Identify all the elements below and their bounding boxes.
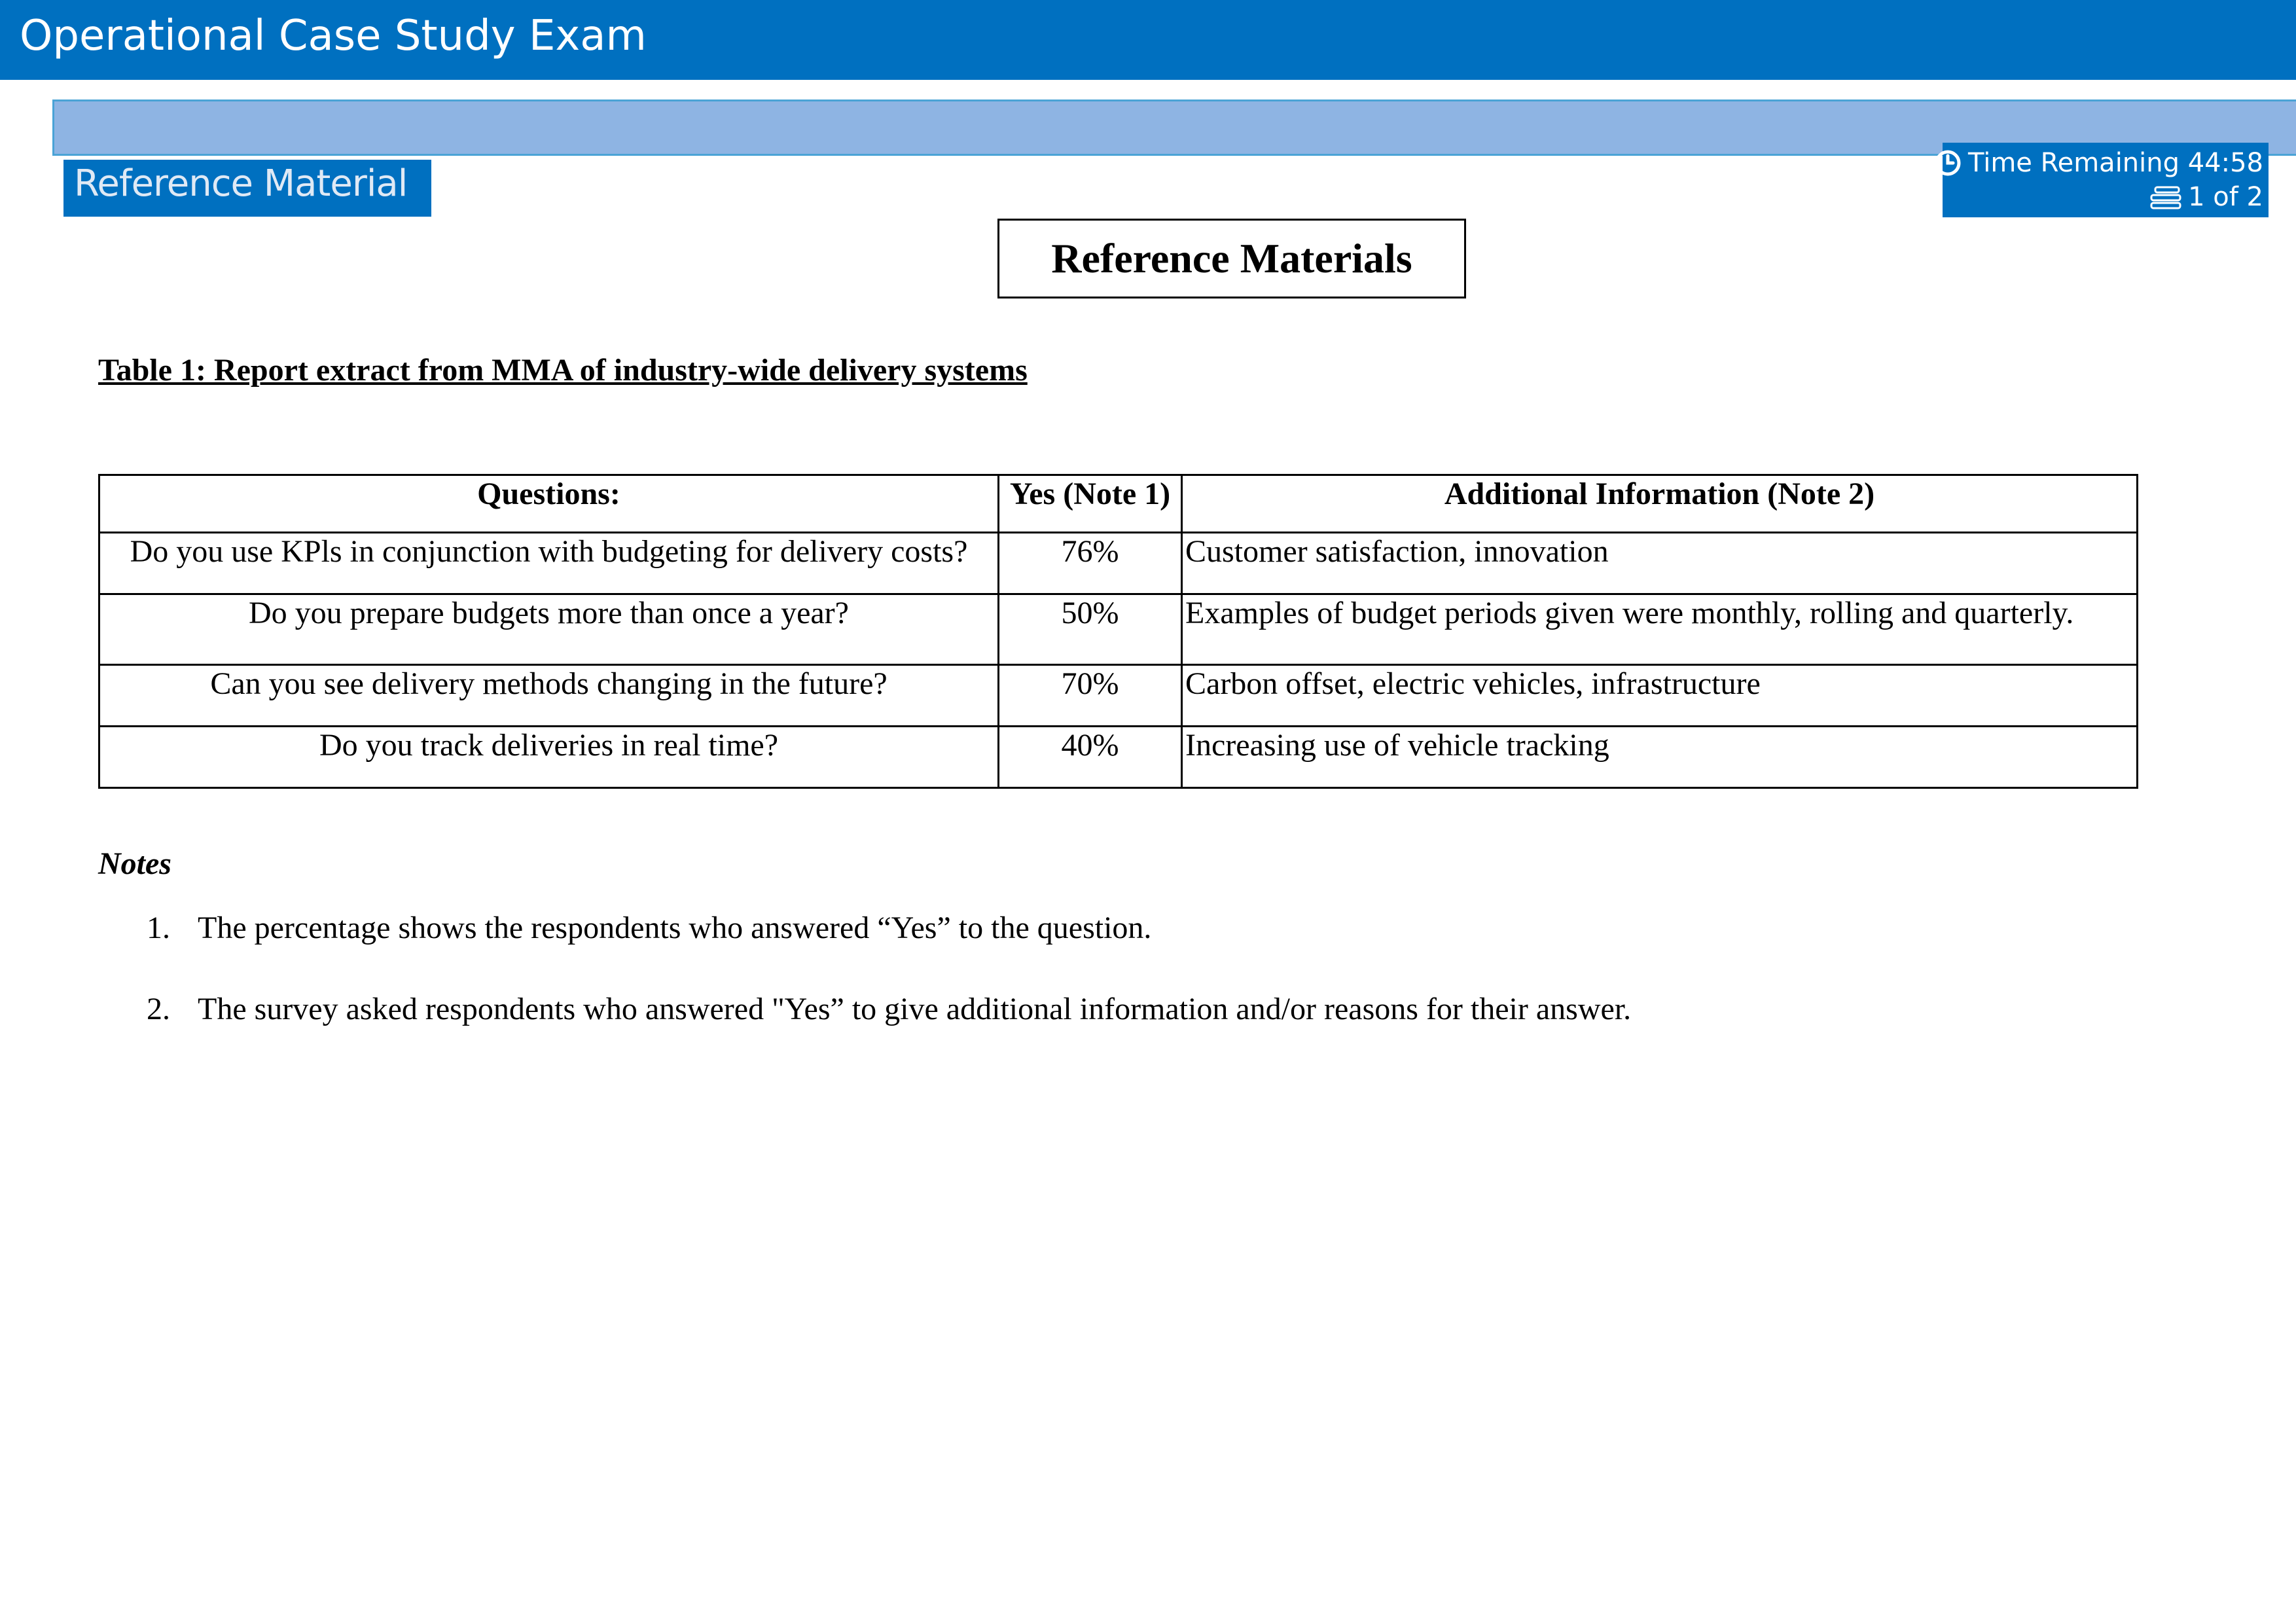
table-row: Do you use KPls in conjunction with budg… bbox=[98, 532, 2138, 595]
table-caption: Table 1: Report extract from MMA of indu… bbox=[98, 353, 1028, 388]
notes-title: Notes bbox=[98, 846, 171, 881]
note-number: 2. bbox=[147, 992, 170, 1026]
yes-percent-cell: 76% bbox=[997, 532, 1183, 595]
additional-info-cell: Customer satisfaction, innovation bbox=[1181, 532, 2138, 595]
question-cell: Do you track deliveries in real time? bbox=[98, 725, 999, 789]
question-cell: Do you use KPls in conjunction with budg… bbox=[98, 532, 999, 595]
note-item: 2. The survey asked respondents who answe… bbox=[147, 991, 1631, 1027]
reference-material-label: Reference Material bbox=[74, 162, 408, 205]
clock-icon bbox=[1935, 150, 1961, 176]
document-heading: Reference Materials bbox=[1051, 235, 1412, 281]
column-header-questions: Questions: bbox=[98, 474, 999, 533]
document-heading-box: Reference Materials bbox=[997, 219, 1466, 298]
survey-table: Questions: Yes (Note 1) Additional Infor… bbox=[98, 474, 2138, 789]
yes-percent-cell: 70% bbox=[997, 664, 1183, 727]
page-indicator: 1 of 2 bbox=[2188, 182, 2263, 212]
additional-info-cell: Examples of budget periods given were mo… bbox=[1181, 593, 2138, 666]
note-text: The percentage shows the respondents who… bbox=[198, 911, 1152, 945]
question-cell: Do you prepare budgets more than once a … bbox=[98, 593, 999, 666]
yes-percent-cell: 50% bbox=[997, 593, 1183, 666]
table-row: Can you see delivery methods changing in… bbox=[98, 664, 2138, 727]
app-title: Operational Case Study Exam bbox=[20, 12, 647, 60]
timer-panel: Time Remaining 44:58 1 of 2 bbox=[1935, 143, 2269, 217]
note-text: The survey asked respondents who answere… bbox=[198, 992, 1632, 1026]
table-header-row: Questions: Yes (Note 1) Additional Infor… bbox=[98, 474, 2138, 533]
additional-info-cell: Increasing use of vehicle tracking bbox=[1181, 725, 2138, 789]
column-header-yes: Yes (Note 1) bbox=[997, 474, 1183, 533]
table-row: Do you prepare budgets more than once a … bbox=[98, 593, 2138, 666]
additional-info-cell: Carbon offset, electric vehicles, infras… bbox=[1181, 664, 2138, 727]
note-item: 1. The percentage shows the respondents w… bbox=[147, 910, 1151, 946]
yes-percent-cell: 40% bbox=[997, 725, 1183, 789]
pages-icon[interactable] bbox=[2149, 185, 2183, 209]
reference-material-tab[interactable]: Reference Material bbox=[63, 160, 431, 217]
header-bar: Operational Case Study Exam bbox=[0, 0, 2296, 80]
column-header-additional-info: Additional Information (Note 2) bbox=[1181, 474, 2138, 533]
note-number: 1. bbox=[147, 911, 170, 945]
time-remaining: Time Remaining 44:58 bbox=[1968, 148, 2263, 178]
table-row: Do you track deliveries in real time? 40… bbox=[98, 725, 2138, 789]
question-cell: Can you see delivery methods changing in… bbox=[98, 664, 999, 727]
